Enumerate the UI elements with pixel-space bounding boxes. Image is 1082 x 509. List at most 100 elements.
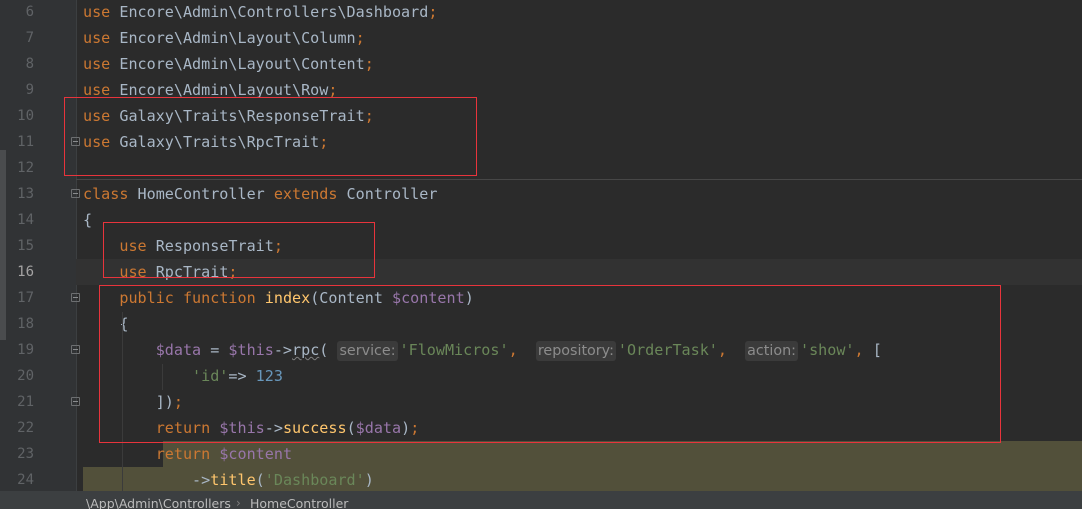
code-token: ; — [173, 393, 183, 411]
code-token: return — [155, 445, 211, 463]
code-token: $content — [219, 445, 293, 463]
code-line[interactable]: 10 use Galaxy\Traits\ResponseTrait; — [0, 103, 1082, 129]
code-token: ( — [346, 419, 356, 437]
code-text: use Encore\Admin\Layout\Row; — [83, 77, 337, 103]
code-line[interactable]: 21 ]); — [0, 389, 1082, 415]
code-token: use — [83, 107, 111, 125]
line-number: 22 — [17, 420, 34, 436]
code-line[interactable]: 9 use Encore\Admin\Layout\Row; — [0, 77, 1082, 103]
fold-icon[interactable] — [71, 293, 80, 302]
line-number: 9 — [25, 82, 34, 98]
code-token: Galaxy\Traits\RpcTrait — [110, 133, 320, 151]
code-token: $data — [355, 419, 402, 437]
code-text: ]); — [83, 389, 183, 415]
code-token: $this — [228, 341, 274, 359]
code-token: -> — [83, 471, 211, 489]
code-line[interactable]: 15 use ResponseTrait; — [0, 233, 1082, 259]
code-line[interactable]: 8 use Encore\Admin\Layout\Content; — [0, 51, 1082, 77]
breadcrumb-class[interactable]: HomeController — [250, 491, 348, 509]
code-text: $data = $this->rpc( service: 'FlowMicros'… — [83, 337, 882, 363]
code-token: ( — [255, 471, 265, 489]
code-token: , — [508, 341, 518, 359]
code-token: Encore\Admin\Layout\Column — [110, 29, 356, 47]
code-token: , — [854, 341, 864, 359]
code-token: ) — [401, 419, 411, 437]
code-line[interactable]: 23 return $content — [0, 441, 1082, 467]
code-line[interactable]: 19 $data = $this->rpc( service: 'FlowMicr… — [0, 337, 1082, 363]
fold-icon[interactable] — [71, 189, 80, 198]
code-token: ; — [364, 107, 374, 125]
code-token: (Content — [310, 289, 392, 307]
line-number: 20 — [17, 368, 34, 384]
indent-guide — [162, 364, 163, 390]
code-token: use — [119, 263, 147, 281]
line-number: 24 — [17, 472, 34, 488]
line-number: 23 — [17, 446, 34, 462]
code-token: class — [83, 185, 129, 203]
code-token: HomeController — [128, 185, 274, 203]
code-text: 'id'=> 123 — [83, 363, 283, 389]
code-token: -> — [264, 419, 283, 437]
code-token: $this — [219, 419, 265, 437]
code-text: use Encore\Admin\Layout\Content; — [83, 51, 374, 77]
code-token: 'id' — [192, 367, 229, 385]
code-token: use — [83, 133, 111, 151]
code-token: $data — [155, 341, 202, 359]
code-token: 123 — [255, 367, 283, 385]
code-token: use — [119, 237, 147, 255]
code-token: success — [282, 419, 347, 437]
code-token: 'OrderTask' — [617, 341, 718, 359]
code-token: Controller — [337, 185, 438, 203]
code-line[interactable]: 11 use Galaxy\Traits\RpcTrait; — [0, 129, 1082, 155]
line-number: 12 — [17, 160, 34, 176]
code-line[interactable]: 17 public function index(Content $conten… — [0, 285, 1082, 311]
code-token: ; — [410, 419, 420, 437]
code-line[interactable]: 22 return $this->success($data); — [0, 415, 1082, 441]
code-line[interactable]: 18 { — [0, 311, 1082, 337]
code-token: [ — [863, 341, 882, 359]
fold-icon[interactable] — [71, 137, 80, 146]
code-token: -> — [273, 341, 293, 359]
code-token: Encore\Admin\Layout\Content — [110, 55, 365, 73]
code-token: use — [83, 29, 111, 47]
usage-highlight — [163, 441, 1082, 467]
parameter-hint: action: — [745, 341, 798, 361]
code-token: use — [83, 55, 111, 73]
code-token: extends — [273, 185, 338, 203]
code-token: ; — [428, 3, 438, 21]
code-line[interactable]: 16 use RpcTrait; — [17, 259, 1082, 285]
fold-icon[interactable] — [71, 397, 80, 406]
code-line[interactable]: 7 use Encore\Admin\Layout\Column; — [0, 25, 1082, 51]
code-token: , — [717, 341, 727, 359]
breadcrumb-namespace[interactable]: \App\Admin\Controllers — [86, 491, 231, 509]
code-text: use Galaxy\Traits\RpcTrait; — [83, 129, 328, 155]
line-number: 14 — [17, 212, 34, 228]
code-text: public function index(Content $content) — [83, 285, 473, 311]
fold-icon[interactable] — [71, 345, 80, 354]
code-token: ; — [228, 263, 238, 281]
code-line[interactable]: 12 — [0, 155, 1082, 181]
parameter-hint: repository: — [535, 341, 616, 361]
code-token: ]) — [83, 393, 174, 411]
code-line[interactable]: 13 class HomeController extends Controlle… — [0, 181, 1082, 207]
code-text: use ResponseTrait; — [83, 233, 283, 259]
code-token: index — [264, 289, 311, 307]
code-text: use RpcTrait; — [83, 259, 238, 285]
code-line[interactable]: 6 use Encore\Admin\Controllers\Dashboard; — [0, 0, 1082, 25]
code-text: class HomeController extends Controller — [83, 181, 437, 207]
code-text: { — [83, 207, 92, 233]
code-text: return $content — [83, 441, 292, 467]
code-line[interactable]: 24 ->title('Dashboard') — [0, 467, 1082, 493]
code-text: ->title('Dashboard') — [83, 467, 374, 493]
line-number: 21 — [17, 394, 34, 410]
line-number: 19 — [17, 342, 34, 358]
line-number: 11 — [17, 134, 34, 150]
code-line[interactable]: 14 { — [0, 207, 1082, 233]
breadcrumb: \App\Admin\Controllers › HomeController — [0, 491, 1082, 509]
